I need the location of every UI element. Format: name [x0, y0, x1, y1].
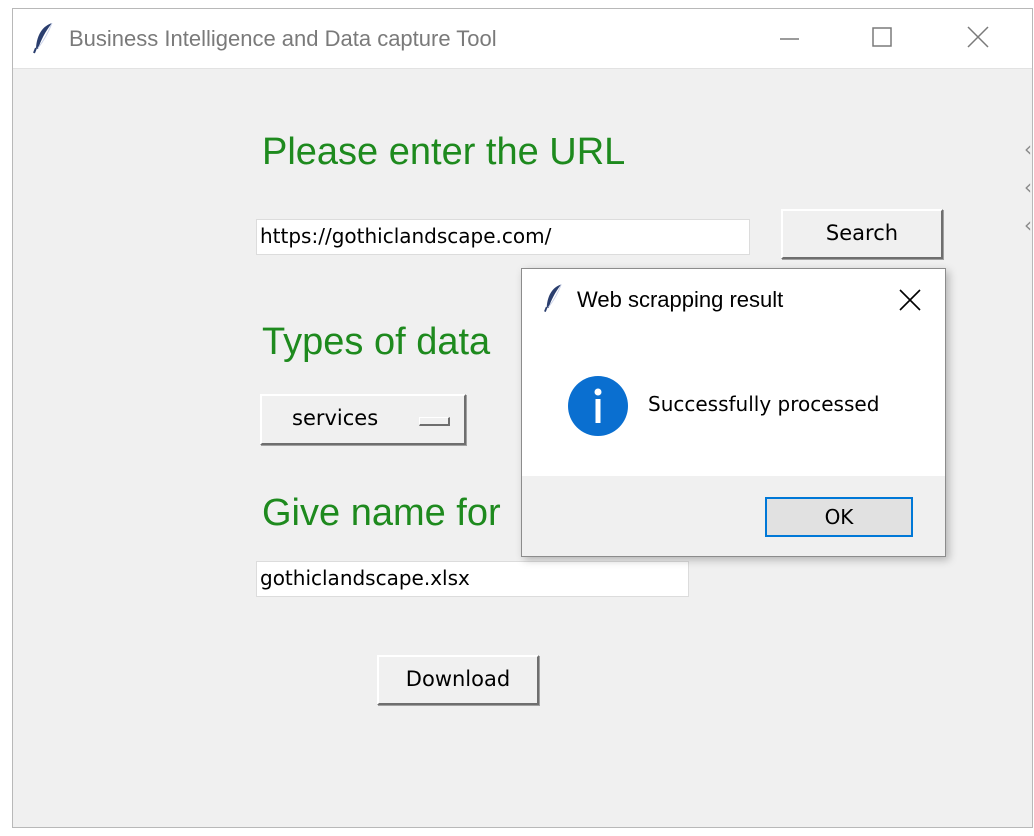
types-heading: Types of data — [262, 321, 491, 363]
background-text-fragment: ‹ — [1024, 175, 1032, 199]
dialog-message: Successfully processed — [648, 392, 880, 416]
minimize-button[interactable] — [767, 18, 811, 58]
feather-icon — [33, 22, 55, 54]
background-text-fragment: ‹ — [1024, 213, 1032, 237]
dialog-title: Web scrapping result — [577, 287, 784, 312]
background-text-fragment: ‹ — [1024, 137, 1032, 161]
data-type-selected: services — [292, 406, 379, 430]
window-title: Business Intelligence and Data capture T… — [69, 26, 497, 51]
file-name-input[interactable]: gothiclandscape.xlsx — [256, 561, 689, 597]
dialog-body: Successfully processed — [522, 329, 945, 476]
dialog-title-bar[interactable]: Web scrapping result — [522, 269, 945, 329]
close-button[interactable] — [955, 18, 999, 58]
url-heading: Please enter the URL — [262, 131, 626, 173]
dialog-close-icon[interactable] — [892, 283, 928, 317]
info-icon — [567, 375, 629, 437]
ok-button[interactable]: OK — [765, 497, 913, 537]
title-bar[interactable]: Business Intelligence and Data capture T… — [13, 9, 1032, 69]
feather-icon — [544, 283, 564, 313]
dialog-footer: OK — [522, 476, 945, 556]
result-dialog: Web scrapping result Successfully proces… — [521, 268, 946, 557]
download-button[interactable]: Download — [377, 655, 539, 705]
search-button[interactable]: Search — [781, 209, 943, 259]
maximize-button[interactable] — [860, 18, 904, 58]
dropdown-indicator-icon — [419, 417, 450, 426]
data-type-dropdown[interactable]: services — [260, 394, 466, 445]
url-input[interactable]: https://gothiclandscape.com/ — [256, 219, 750, 255]
file-name-heading: Give name for — [262, 492, 501, 534]
